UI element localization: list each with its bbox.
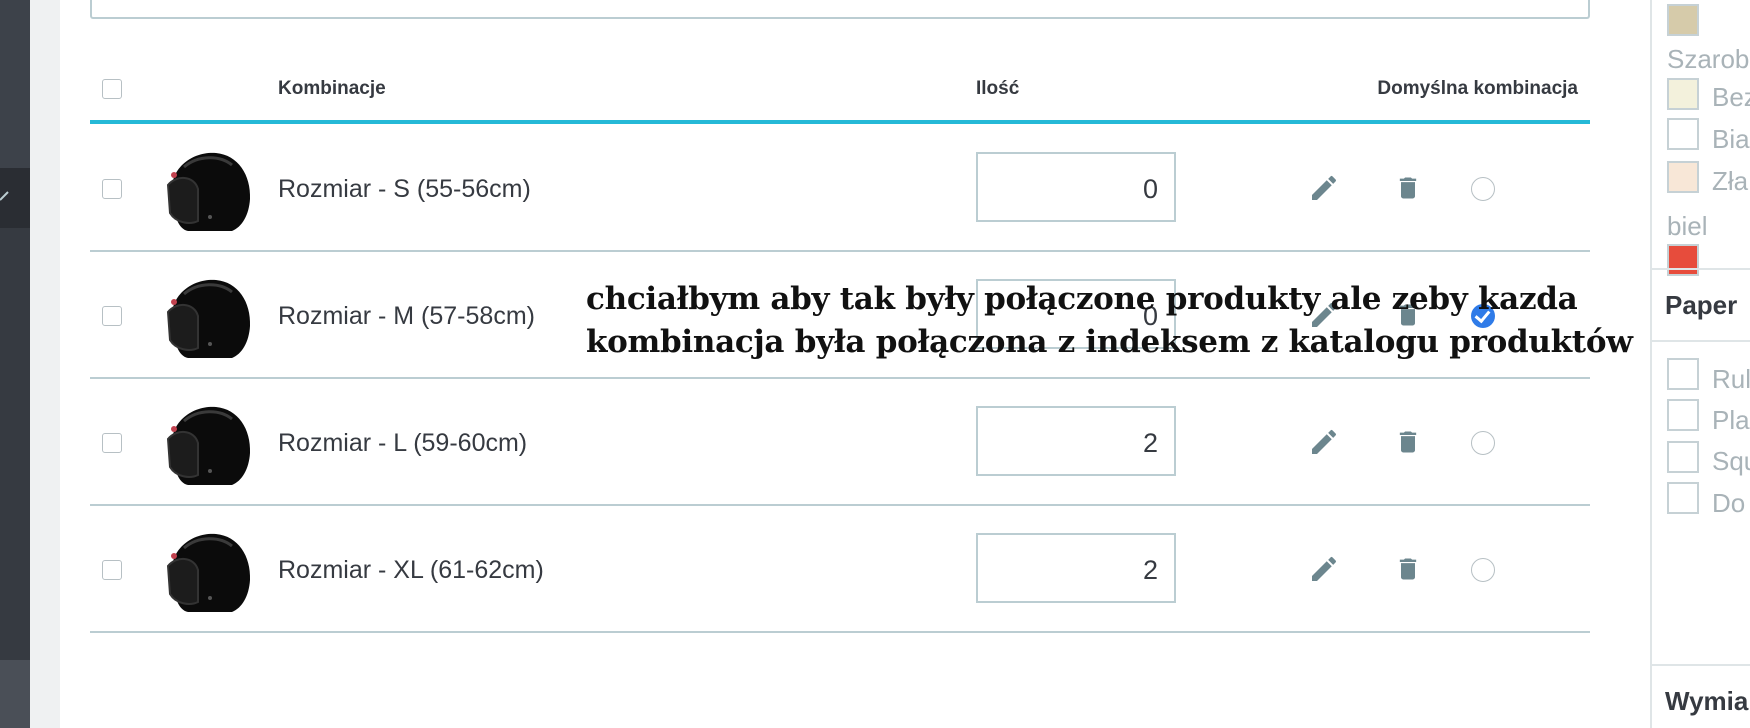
color-swatch[interactable]	[1667, 244, 1699, 276]
filter-checkbox[interactable]	[1667, 358, 1699, 390]
color-swatch[interactable]	[1667, 118, 1699, 150]
color-swatch[interactable]	[1667, 78, 1699, 110]
select-all-checkbox[interactable]	[102, 79, 122, 99]
pencil-icon[interactable]	[1308, 426, 1340, 458]
description-field[interactable]	[90, 0, 1590, 19]
helmet-thumbnail	[166, 533, 251, 612]
column-header-quantity: Ilość	[976, 78, 1020, 99]
row-checkbox[interactable]	[102, 560, 122, 580]
pencil-icon[interactable]	[1308, 172, 1340, 204]
filter-checkbox[interactable]	[1667, 441, 1699, 473]
left-navigation-bar	[0, 0, 30, 728]
filter-label: Bez	[1712, 82, 1750, 112]
default-combination-radio[interactable]	[1471, 558, 1495, 582]
table-row: Rozmiar - S (55-56cm) 0	[90, 125, 1590, 252]
row-checkbox[interactable]	[102, 179, 122, 199]
quantity-input[interactable]: 2	[976, 406, 1176, 476]
column-header-default-combination: Domyślna kombinacja	[1377, 78, 1578, 99]
quantity-value: 2	[1142, 555, 1158, 585]
nav-section[interactable]	[0, 0, 30, 168]
trash-icon[interactable]	[1394, 426, 1422, 458]
filter-label: biel	[1667, 211, 1708, 241]
filter-label: Zła	[1712, 166, 1749, 196]
quantity-value: 2	[1142, 428, 1158, 458]
annotation-note: chciałbym aby tak były połączone produkt…	[586, 278, 1666, 364]
color-swatch[interactable]	[1667, 4, 1699, 36]
filter-checkbox[interactable]	[1667, 482, 1699, 514]
table-row: Rozmiar - L (59-60cm) 2	[90, 379, 1590, 506]
divider	[1652, 340, 1750, 342]
trash-icon[interactable]	[1394, 172, 1422, 204]
annotation-line: kombinacja była połączona z indeksem z k…	[586, 324, 1633, 360]
page-gutter	[30, 0, 60, 728]
filter-label: Do	[1712, 488, 1746, 518]
row-checkbox[interactable]	[102, 306, 122, 326]
divider	[1652, 268, 1750, 270]
quantity-value: 0	[1142, 174, 1158, 204]
combination-name: Rozmiar - L (59-60cm)	[278, 429, 528, 457]
table-header: Kombinacje Ilość Domyślna kombinacja	[90, 64, 1590, 124]
helmet-thumbnail	[166, 279, 251, 358]
pencil-icon[interactable]	[1308, 553, 1340, 585]
combination-name: Rozmiar - M (57-58cm)	[278, 302, 535, 330]
row-checkbox[interactable]	[102, 433, 122, 453]
filter-group-heading: Paper	[1665, 290, 1738, 320]
quantity-input[interactable]: 0	[976, 152, 1176, 222]
divider	[1652, 664, 1750, 666]
filter-label: Squ	[1712, 446, 1750, 476]
filter-checkbox[interactable]	[1667, 399, 1699, 431]
helmet-thumbnail	[166, 406, 251, 485]
filter-label: Szarob	[1667, 44, 1750, 74]
filter-group-heading: Wymia	[1665, 686, 1749, 716]
default-combination-radio[interactable]	[1471, 177, 1495, 201]
default-combination-radio[interactable]	[1471, 431, 1495, 455]
color-swatch[interactable]	[1667, 161, 1699, 193]
combination-name: Rozmiar - XL (61-62cm)	[278, 556, 544, 584]
nav-section[interactable]	[0, 660, 30, 728]
filter-label: Pla	[1712, 405, 1750, 435]
table-row: Rozmiar - XL (61-62cm) 2	[90, 506, 1590, 633]
filter-sidebar: Szarob Bez Bia Zła biel Paper Rul Pla Sq…	[1650, 0, 1750, 728]
combination-name: Rozmiar - S (55-56cm)	[278, 175, 531, 203]
combinations-panel: Kombinacje Ilość Domyślna kombinacja Roz…	[60, 0, 1650, 728]
filter-label: Rul	[1712, 364, 1750, 394]
column-header-combinations: Kombinacje	[278, 78, 386, 99]
helmet-thumbnail	[166, 152, 251, 231]
chevron-up-icon[interactable]	[0, 186, 18, 206]
trash-icon[interactable]	[1394, 553, 1422, 585]
annotation-line: chciałbym aby tak były połączone produkt…	[586, 281, 1578, 317]
filter-label: Bia	[1712, 124, 1750, 154]
quantity-input[interactable]: 2	[976, 533, 1176, 603]
